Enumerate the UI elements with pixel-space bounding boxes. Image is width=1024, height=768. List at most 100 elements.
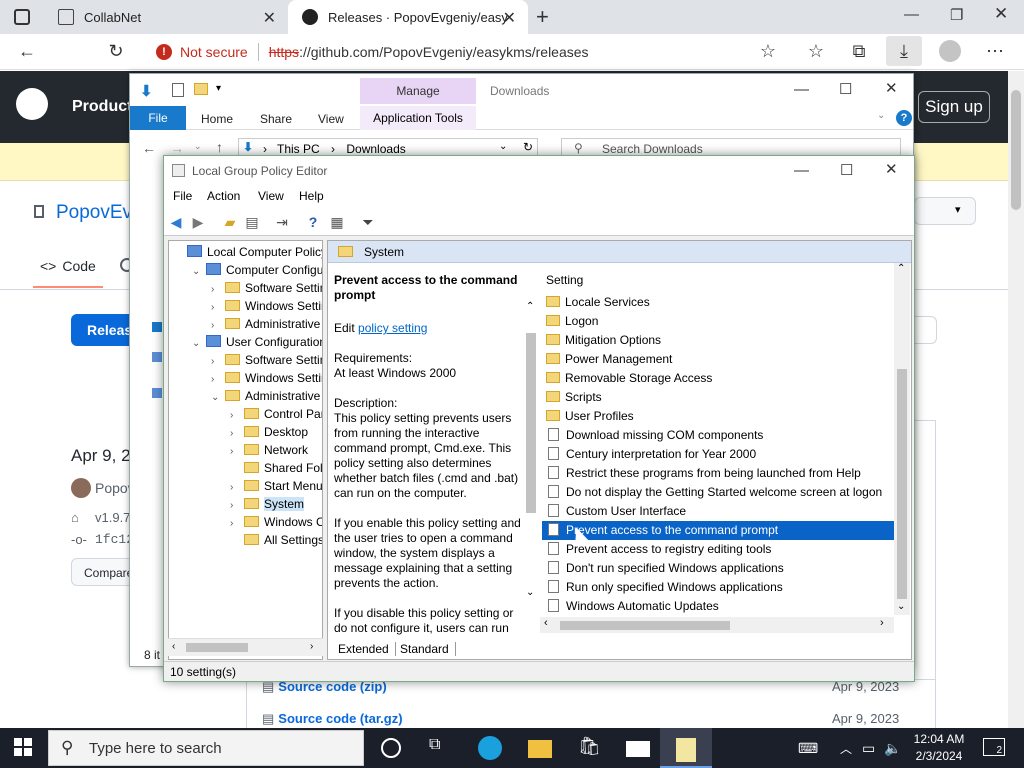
setting-folder[interactable]: Removable Storage Access	[542, 369, 894, 388]
policy-setting[interactable]: Download missing COM components	[542, 426, 894, 445]
downloads-icon[interactable]: ⤓	[886, 36, 922, 66]
file-explorer-icon[interactable]	[528, 740, 552, 758]
setting-folder[interactable]: Scripts	[542, 388, 894, 407]
tree-item[interactable]: ⌄ Administrative Te	[211, 387, 322, 405]
tree-item[interactable]: › Network	[230, 441, 308, 459]
menu-view[interactable]: View	[258, 189, 284, 203]
refresh-icon[interactable]: ↻	[105, 40, 127, 62]
tree-item[interactable]: ›Software Settings	[211, 279, 322, 297]
maximize-icon[interactable]: ☐	[839, 80, 852, 98]
more-icon[interactable]: ⋯	[984, 40, 1006, 62]
tab-releases[interactable]: Releases · PopovEvgeniy/easykm ✕	[288, 0, 528, 34]
extended-view-icon[interactable]: ▦	[327, 212, 347, 232]
properties-icon[interactable]	[172, 83, 184, 97]
ribbon-tab-file[interactable]: File	[130, 106, 186, 130]
back-icon[interactable]: ←	[16, 40, 38, 62]
scroll-down-icon[interactable]: ⌄	[897, 601, 905, 612]
scrollbar-thumb[interactable]	[186, 643, 248, 652]
nav-item-icon[interactable]	[152, 388, 162, 398]
refresh-icon[interactable]: ↻	[523, 140, 533, 154]
policy-setting[interactable]: Windows Automatic Updates	[542, 597, 894, 616]
signup-button[interactable]: Sign up	[918, 91, 990, 123]
tree-item[interactable]: ›Start Menu ar	[230, 477, 322, 495]
profile-avatar[interactable]	[939, 40, 961, 62]
tree-item[interactable]: ›Software Settings	[211, 351, 322, 369]
mail-icon[interactable]	[626, 741, 650, 757]
cortana-icon[interactable]	[381, 738, 401, 758]
tag-label[interactable]: v1.9.7	[95, 510, 130, 525]
expand-ribbon-icon[interactable]: ⌄	[877, 110, 885, 121]
scroll-down-icon[interactable]: ⌄	[526, 587, 534, 598]
settings-hscroll-thumb[interactable]	[560, 621, 730, 630]
help-icon[interactable]: ?	[303, 212, 323, 232]
export-list-icon[interactable]: ⇥	[272, 212, 292, 232]
tab-actions-icon[interactable]	[14, 9, 30, 25]
address-dropdown-icon[interactable]: ⌄	[499, 141, 507, 152]
policy-setting[interactable]: Prevent access to the command prompt	[542, 521, 894, 540]
system-clock[interactable]: 12:04 AM 2/3/2024	[906, 731, 972, 765]
manage-context-tab[interactable]: Manage	[360, 78, 476, 104]
tab-extended[interactable]: Extended	[332, 642, 396, 656]
edit-policy-link[interactable]: policy setting	[358, 321, 427, 335]
minimize-icon[interactable]: —	[794, 162, 809, 179]
volume-icon[interactable]: 🔈	[884, 740, 901, 757]
qat-dropdown-icon[interactable]: ▾	[216, 83, 221, 94]
back-icon[interactable]: ←	[142, 140, 156, 156]
start-button[interactable]	[14, 738, 32, 756]
forward-icon[interactable]: →	[170, 140, 184, 156]
favorites-icon[interactable]: ☆	[805, 40, 827, 62]
scroll-left-icon[interactable]: ‹	[544, 617, 548, 629]
setting-folder[interactable]: Logon	[542, 312, 894, 331]
setting-folder[interactable]: Locale Services	[542, 293, 894, 312]
up-icon[interactable]: ↑	[216, 139, 223, 155]
taskbar-search[interactable]: ⚲ Type here to search	[48, 730, 364, 766]
setting-folder[interactable]: Mitigation Options	[542, 331, 894, 350]
policy-setting[interactable]: Don't run specified Windows applications	[542, 559, 894, 578]
scroll-left-icon[interactable]: ‹	[172, 641, 175, 652]
notification-center-icon[interactable]: 2	[983, 738, 1005, 756]
close-icon[interactable]: ✕	[885, 160, 898, 178]
edge-icon[interactable]	[478, 736, 502, 760]
repo-name[interactable]: PopovEv	[56, 202, 132, 224]
policy-editor-icon[interactable]	[676, 738, 696, 762]
ribbon-tab-view[interactable]: View	[318, 112, 344, 126]
maximize-icon[interactable]: ☐	[840, 161, 853, 179]
close-window-icon[interactable]: ✕	[994, 4, 1008, 24]
menu-action[interactable]: Action	[207, 189, 240, 203]
chevron-down-icon[interactable]: ⌄	[192, 263, 206, 281]
nav-item-icon[interactable]	[152, 322, 162, 332]
back-icon[interactable]: ◀	[166, 212, 186, 232]
tree-item[interactable]: Shared Folder	[230, 459, 322, 477]
tree-item[interactable]: › System	[230, 495, 305, 513]
tab-standard[interactable]: Standard	[394, 642, 456, 656]
store-icon[interactable]: 🛍	[578, 736, 602, 760]
policy-setting[interactable]: Restrict these programs from being launc…	[542, 464, 894, 483]
task-view-icon[interactable]: ⧉	[429, 736, 453, 760]
tree-item[interactable]: ›Control Panel	[230, 405, 322, 423]
policy-setting[interactable]: Do not display the Getting Started welco…	[542, 483, 894, 502]
minimize-icon[interactable]: —	[794, 81, 809, 98]
scroll-up-icon[interactable]: ⌃	[897, 263, 905, 274]
code-tab[interactable]: <> Code	[40, 258, 96, 274]
product-menu[interactable]: Product	[72, 98, 132, 116]
filter-icon[interactable]: ⏷	[358, 212, 378, 232]
forward-icon[interactable]: ▶	[188, 212, 208, 232]
tree-item[interactable]: ⌄ User Configuration	[192, 333, 322, 353]
menu-file[interactable]: File	[173, 189, 192, 203]
chevron-down-icon[interactable]: ⌄	[192, 335, 206, 353]
tree-item[interactable]: ›Windows Setting	[211, 297, 322, 315]
github-logo-icon[interactable]	[16, 88, 48, 120]
collections-icon[interactable]: ⧉	[848, 40, 870, 62]
breadcrumb-downloads[interactable]: Downloads	[346, 142, 405, 156]
tab-collabnet[interactable]: CollabNet ✕	[44, 0, 288, 34]
tree-item[interactable]: ›Windows Setting	[211, 369, 322, 387]
new-tab-icon[interactable]: +	[536, 4, 549, 30]
tree-item[interactable]: ›Administrative Te	[211, 315, 322, 333]
show-hide-tree-icon[interactable]: ▤	[242, 212, 262, 232]
new-folder-icon[interactable]	[194, 83, 208, 95]
recent-dropdown-icon[interactable]: ⌄	[194, 141, 202, 152]
tree-item[interactable]: Local Computer Policy	[173, 243, 322, 261]
tree-item[interactable]: ›Windows Cor	[230, 513, 322, 531]
scroll-right-icon[interactable]: ›	[310, 641, 313, 652]
tree-item[interactable]: › Desktop	[230, 423, 308, 441]
